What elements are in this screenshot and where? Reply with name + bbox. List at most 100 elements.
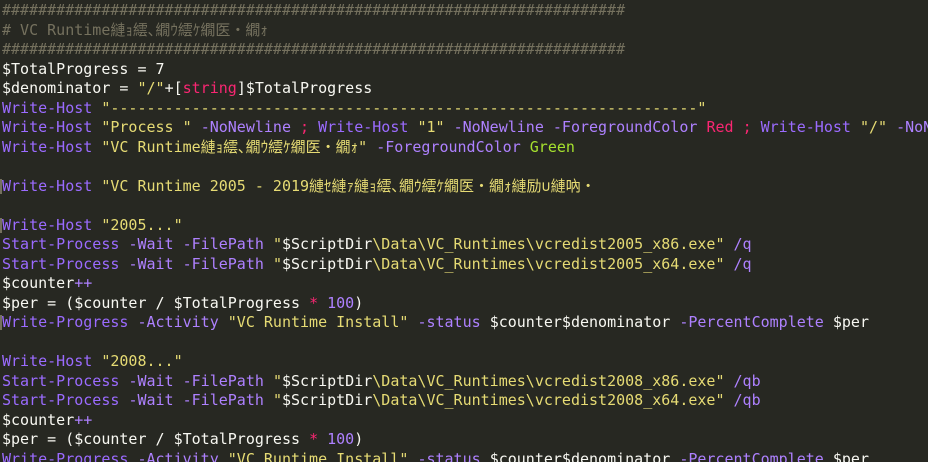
code-token: Write-Host xyxy=(2,137,102,156)
code-token: $TotalProgress = 7 xyxy=(2,59,165,78)
code-line[interactable]: $denominator = "/"+[string]$TotalProgres… xyxy=(0,79,928,99)
code-token: / xyxy=(155,430,174,448)
code-token: ) xyxy=(354,293,364,312)
code-token: * xyxy=(309,293,328,312)
code-token: * xyxy=(309,430,328,448)
code-token: ########################################… xyxy=(2,40,626,58)
code-token: Write-Host xyxy=(760,118,860,136)
code-line[interactable]: $per = ($counter / $TotalProgress * 100) xyxy=(0,294,928,314)
code-token: Write-Host xyxy=(2,176,102,195)
code-token: $counter$denominator xyxy=(489,449,680,462)
code-token: $counter xyxy=(74,293,156,312)
code-line[interactable]: $counter++ xyxy=(0,411,928,431)
code-token: Start-Process xyxy=(2,235,129,253)
code-token: -status xyxy=(417,313,490,331)
code-token: ++ xyxy=(74,410,93,429)
code-token: Start-Process xyxy=(2,254,129,273)
code-token: $counter xyxy=(74,430,156,448)
code-token: $ScriptDir xyxy=(281,391,373,409)
code-token: $per = ( xyxy=(2,293,75,312)
code-token: $counter$denominator xyxy=(489,313,680,331)
code-line[interactable]: Write-Host "VC Runtime 2005 - 2019縺ｾ縺ｧ縺ｮ… xyxy=(0,177,928,197)
code-token: "/" xyxy=(859,118,897,136)
code-token: $counter xyxy=(2,274,75,292)
code-token: [ xyxy=(173,79,183,97)
code-token: "VC Runtime Install" xyxy=(227,313,418,331)
code-line[interactable]: Write-Host "----------------------------… xyxy=(0,99,928,119)
code-token: -NoNewline xyxy=(200,118,301,136)
code-token: "VC Runtime Install" xyxy=(227,449,418,462)
code-token: $counter xyxy=(2,410,75,429)
code-token: Write-Host xyxy=(2,118,102,136)
line-change-marker xyxy=(0,315,2,330)
code-line[interactable] xyxy=(0,333,928,353)
code-token: string xyxy=(182,79,237,97)
code-token: Start-Process xyxy=(2,371,129,390)
code-token: \Data\VC_Runtimes\vcredist2008_x64.exe" xyxy=(372,391,734,409)
code-line[interactable]: Write-Progress -Activity "VC Runtime Ins… xyxy=(0,450,928,462)
code-token: Red xyxy=(706,118,743,136)
code-line[interactable]: Write-Progress -Activity "VC Runtime Ins… xyxy=(0,313,928,333)
code-token: "---------------------------------------… xyxy=(101,98,707,117)
code-token: " xyxy=(272,254,282,273)
code-token: + xyxy=(164,79,174,97)
code-editor[interactable]: ########################################… xyxy=(0,0,928,462)
code-line[interactable]: $TotalProgress = 7 xyxy=(0,60,928,80)
code-token: $per xyxy=(832,449,869,462)
code-token: "2005..." xyxy=(101,215,183,234)
code-token: -Wait -FilePath xyxy=(128,391,273,409)
code-token: $ScriptDir xyxy=(281,254,373,273)
code-token: "2008..." xyxy=(101,352,183,370)
code-line[interactable]: Write-Host "Process " -NoNewline ; Write… xyxy=(0,118,928,138)
code-line[interactable]: Start-Process -Wait -FilePath "$ScriptDi… xyxy=(0,235,928,255)
code-token: \Data\VC_Runtimes\vcredist2008_x86.exe" xyxy=(372,371,734,390)
code-line[interactable]: Write-Host "2008..." xyxy=(0,352,928,372)
code-token: \Data\VC_Runtimes\vcredist2005_x64.exe" xyxy=(372,254,734,273)
code-token: -Activity xyxy=(137,449,228,462)
code-token: -ForegroundColor xyxy=(376,137,530,156)
code-token: -PercentComplete xyxy=(679,313,833,331)
code-token: -Wait -FilePath xyxy=(128,371,273,390)
code-line[interactable] xyxy=(0,157,928,177)
code-token: $per = ( xyxy=(2,430,75,448)
code-token: ++ xyxy=(74,274,93,292)
code-token: $ScriptDir xyxy=(281,371,373,390)
code-line[interactable]: Write-Host "2005..." xyxy=(0,216,928,236)
code-line[interactable]: Start-Process -Wait -FilePath "$ScriptDi… xyxy=(0,372,928,392)
code-line[interactable]: # VC Runtime縺ｮ繧､繝ｳ繧ｹ繝医・繝ｫ xyxy=(0,21,928,41)
code-line[interactable]: Start-Process -Wait -FilePath "$ScriptDi… xyxy=(0,391,928,411)
code-token: Write-Host xyxy=(318,118,418,136)
code-token: Write-Progress xyxy=(2,313,138,331)
code-token: "VC Runtime縺ｮ繧､繝ｳ繧ｹ繝医・繝ｫ" xyxy=(101,137,377,156)
code-token: $TotalProgress xyxy=(173,293,310,312)
code-token: Green xyxy=(529,137,575,156)
code-token: $ScriptDir xyxy=(281,235,373,253)
code-line[interactable]: $per = ($counter / $TotalProgress * 100) xyxy=(0,430,928,450)
code-line[interactable]: Start-Process -Wait -FilePath "$ScriptDi… xyxy=(0,255,928,275)
code-token: -Wait -FilePath xyxy=(128,254,273,273)
code-token: Start-Process xyxy=(2,391,129,409)
code-token: Write-Host xyxy=(2,215,102,234)
code-token: ########################################… xyxy=(2,1,626,19)
code-line[interactable]: ########################################… xyxy=(0,1,928,21)
code-token: -NoNe xyxy=(896,118,928,136)
code-token: Write-Host xyxy=(2,352,102,370)
code-line[interactable] xyxy=(0,196,928,216)
code-token: 100 xyxy=(327,430,355,448)
code-token: 100 xyxy=(327,293,355,312)
code-token: -Wait -FilePath xyxy=(128,235,273,253)
code-token: -PercentComplete xyxy=(679,449,833,462)
code-line[interactable]: $counter++ xyxy=(0,274,928,294)
code-token: " xyxy=(272,371,282,390)
code-token: "1" xyxy=(417,118,454,136)
code-token: /qb xyxy=(733,391,761,409)
line-change-marker xyxy=(0,217,2,233)
code-token: Write-Host xyxy=(2,98,102,117)
code-line[interactable]: ########################################… xyxy=(0,40,928,60)
code-line[interactable]: Write-Host "VC Runtime縺ｮ繧､繝ｳ繧ｹ繝医・繝ｫ" -Fo… xyxy=(0,138,928,158)
code-token: /q xyxy=(733,235,752,253)
code-token: " xyxy=(272,235,282,253)
code-token: Write-Progress xyxy=(2,449,138,462)
code-token: "Process " xyxy=(101,118,201,136)
code-token: # VC Runtime縺ｮ繧､繝ｳ繧ｹ繝医・繝ｫ xyxy=(2,20,268,39)
